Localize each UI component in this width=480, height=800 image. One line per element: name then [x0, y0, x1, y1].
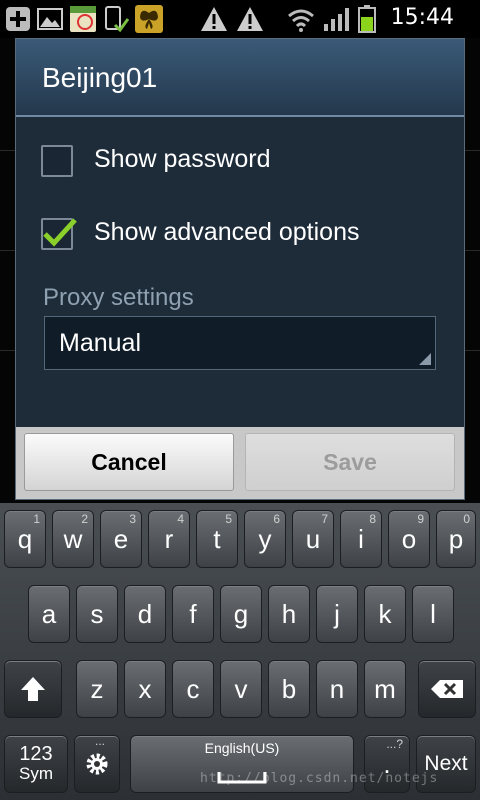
image-icon: [36, 5, 64, 33]
proxy-settings-select[interactable]: Manual: [44, 316, 436, 370]
key-b[interactable]: b: [268, 660, 310, 718]
watermark-text: http://blog.csdn.net/notejs: [200, 771, 439, 786]
dialog-title: Beijing01: [16, 39, 464, 117]
key-e[interactable]: e3: [100, 510, 142, 568]
wifi-icon: [287, 5, 315, 33]
key-d[interactable]: d: [124, 585, 166, 643]
key-s[interactable]: s: [76, 585, 118, 643]
key-r[interactable]: r4: [148, 510, 190, 568]
symbols-key[interactable]: 123 Sym: [4, 735, 68, 793]
show-password-checkbox[interactable]: [41, 145, 73, 177]
warning-icon: [236, 5, 264, 33]
proxy-selected-value: Manual: [59, 329, 141, 357]
backspace-key[interactable]: [418, 660, 476, 718]
key-i[interactable]: i8: [340, 510, 382, 568]
key-z[interactable]: z: [76, 660, 118, 718]
wifi-network-dialog: Beijing01 Show password Show advanced op…: [15, 38, 465, 500]
key-p[interactable]: p0: [436, 510, 476, 568]
show-advanced-label: Show advanced options: [94, 218, 360, 246]
gear-icon: [86, 753, 108, 775]
butterfly-icon: [134, 5, 164, 33]
clock: 15:44: [390, 5, 454, 30]
key-t[interactable]: t5: [196, 510, 238, 568]
key-k[interactable]: k: [364, 585, 406, 643]
warning-icon: [200, 5, 228, 33]
backspace-icon: [431, 680, 463, 698]
key-m[interactable]: m: [364, 660, 406, 718]
key-l[interactable]: l: [412, 585, 454, 643]
key-w[interactable]: w2: [52, 510, 94, 568]
key-h[interactable]: h: [268, 585, 310, 643]
battery-icon: [356, 5, 378, 33]
key-q[interactable]: q1: [4, 510, 46, 568]
key-u[interactable]: u7: [292, 510, 334, 568]
key-f[interactable]: f: [172, 585, 214, 643]
proxy-settings-label: Proxy settings: [43, 284, 194, 311]
show-password-row[interactable]: Show password: [16, 133, 464, 193]
key-y[interactable]: y6: [244, 510, 286, 568]
dialog-button-bar: Cancel Save: [16, 427, 464, 499]
status-bar: 15:44: [0, 0, 480, 38]
shift-key[interactable]: [4, 660, 62, 718]
dropdown-corner-icon: [419, 353, 431, 365]
phone-check-icon: [102, 5, 130, 33]
settings-key[interactable]: ...: [74, 734, 120, 793]
signal-icon: [322, 5, 350, 33]
key-v[interactable]: v: [220, 660, 262, 718]
cancel-button[interactable]: Cancel: [24, 433, 234, 491]
soft-keyboard: q1 w2 e3 r4 t5 y6 u7 i8 o9 p0 a s d f g …: [0, 503, 480, 800]
key-o[interactable]: o9: [388, 510, 430, 568]
save-button[interactable]: Save: [245, 433, 455, 491]
show-password-label: Show password: [94, 145, 271, 173]
show-advanced-row[interactable]: Show advanced options: [16, 206, 464, 266]
key-j[interactable]: j: [316, 585, 358, 643]
key-g[interactable]: g: [220, 585, 262, 643]
calendar-icon: [68, 5, 98, 33]
key-x[interactable]: x: [124, 660, 166, 718]
key-c[interactable]: c: [172, 660, 214, 718]
shift-arrow-icon: [21, 677, 45, 701]
key-a[interactable]: a: [28, 585, 70, 643]
show-advanced-checkbox[interactable]: [41, 218, 77, 250]
add-icon: [4, 5, 32, 33]
checkmark-icon: [43, 218, 77, 247]
key-n[interactable]: n: [316, 660, 358, 718]
